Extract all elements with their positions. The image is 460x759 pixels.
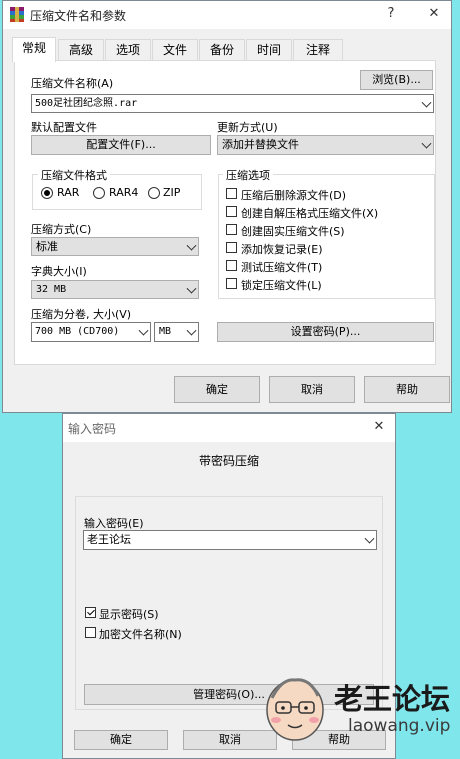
tab-options[interactable]: 选项: [105, 39, 151, 60]
password-titlebar[interactable]: 输入密码 ✕: [63, 414, 395, 442]
watermark-title: 老王论坛: [334, 682, 451, 716]
main-titlebar[interactable]: 压缩文件名和参数 ? ✕: [3, 1, 451, 29]
dictionary-size-label: 字典大小(I): [31, 265, 87, 278]
format-group-label: 压缩文件格式: [38, 167, 110, 183]
update-mode-value: 添加并替换文件: [222, 138, 299, 151]
ok-button[interactable]: 确定: [174, 376, 260, 403]
compression-method-label: 压缩方式(C): [31, 223, 92, 236]
options-group-label: 压缩选项: [223, 167, 273, 183]
checkbox-test[interactable]: [226, 260, 237, 271]
password-title: 输入密码: [68, 422, 117, 436]
close-icon[interactable]: ✕: [423, 4, 445, 24]
archive-name-input[interactable]: 500足社团纪念照.rar: [31, 94, 434, 113]
dictionary-size-value: 32 MB: [36, 284, 67, 295]
split-volume-value: 700 MB (CD700): [35, 326, 120, 337]
format-zip-label[interactable]: ZIP: [163, 186, 180, 199]
split-unit-value: MB: [159, 326, 172, 337]
browse-button[interactable]: 浏览(B)...: [360, 70, 433, 90]
update-mode-select[interactable]: 添加并替换文件: [217, 135, 434, 155]
radio-rar4[interactable]: [93, 187, 105, 199]
chevron-down-icon[interactable]: [421, 97, 432, 108]
radio-zip[interactable]: [148, 187, 160, 199]
option-solid-label[interactable]: 创建固实压缩文件(S): [241, 223, 345, 239]
split-unit-select[interactable]: MB: [154, 322, 199, 342]
archive-name-label: 压缩文件名称(A): [31, 77, 114, 90]
help-icon[interactable]: ?: [380, 4, 402, 24]
checkbox-recovery[interactable]: [226, 242, 237, 253]
mascot-avatar-icon: [262, 672, 328, 744]
watermark-url: laowang.vip: [348, 716, 451, 736]
default-profile-label: 默认配置文件: [31, 121, 97, 134]
chevron-down-icon[interactable]: [364, 533, 375, 544]
option-test-label[interactable]: 测试压缩文件(T): [241, 259, 322, 275]
password-input[interactable]: 老王论坛: [83, 530, 377, 550]
checkbox-encrypt-names[interactable]: [85, 627, 96, 638]
checkbox-sfx[interactable]: [226, 206, 237, 217]
dictionary-size-select[interactable]: 32 MB: [31, 280, 199, 299]
option-recovery-label[interactable]: 添加恢复记录(E): [241, 241, 323, 257]
checkbox-delete-source[interactable]: [226, 188, 237, 199]
checkbox-solid[interactable]: [226, 224, 237, 235]
chevron-down-icon[interactable]: [138, 325, 149, 336]
password-ok-button[interactable]: 确定: [74, 730, 168, 750]
tab-comment[interactable]: 注释: [293, 39, 343, 60]
split-volume-input[interactable]: 700 MB (CD700): [31, 322, 151, 342]
password-value: 老王论坛: [87, 533, 131, 546]
option-sfx-label[interactable]: 创建自解压格式压缩文件(X): [241, 205, 378, 221]
tab-backup[interactable]: 备份: [199, 39, 245, 60]
split-volume-label: 压缩为分卷, 大小(V): [31, 308, 132, 321]
tab-time[interactable]: 时间: [246, 39, 292, 60]
chevron-down-icon: [421, 138, 432, 149]
chevron-down-icon: [186, 240, 197, 251]
watermark: 老王论坛 laowang.vip: [262, 672, 458, 754]
checkbox-show-password[interactable]: [85, 607, 96, 618]
encrypt-names-label[interactable]: 加密文件名称(N): [99, 626, 182, 642]
tab-general[interactable]: 常规: [12, 37, 56, 62]
general-panel: 压缩文件名称(A) 浏览(B)... 500足社团纪念照.rar 默认配置文件 …: [14, 60, 436, 365]
checkbox-lock[interactable]: [226, 278, 237, 289]
compression-method-select[interactable]: 标准: [31, 237, 199, 256]
compression-method-value: 标准: [36, 240, 58, 253]
help-button[interactable]: 帮助: [364, 376, 450, 403]
format-rar4-label[interactable]: RAR4: [109, 186, 138, 199]
option-delete-source-label[interactable]: 压缩后删除源文件(D): [241, 187, 346, 203]
update-mode-label: 更新方式(U): [217, 121, 278, 134]
option-lock-label[interactable]: 锁定压缩文件(L): [241, 277, 322, 293]
show-password-label[interactable]: 显示密码(S): [99, 606, 159, 622]
chevron-down-icon: [186, 325, 197, 336]
password-label: 输入密码(E): [84, 517, 144, 530]
archive-settings-dialog: 压缩文件名和参数 ? ✕ 常规 高级 选项 文件 备份 时间 注释 压缩文件名称…: [2, 0, 452, 413]
close-icon[interactable]: ✕: [368, 417, 390, 437]
archive-name-value: 500足社团纪念照.rar: [35, 98, 138, 109]
tab-advanced[interactable]: 高级: [58, 39, 104, 60]
radio-rar[interactable]: [41, 187, 53, 199]
format-rar-label[interactable]: RAR: [57, 186, 79, 199]
tab-files[interactable]: 文件: [152, 39, 198, 60]
set-password-button[interactable]: 设置密码(P)...: [217, 322, 434, 342]
profile-button[interactable]: 配置文件(F)...: [31, 135, 211, 155]
winrar-app-icon: [10, 7, 24, 22]
main-title: 压缩文件名和参数: [30, 9, 127, 23]
password-heading: 带密码压缩: [198, 454, 259, 468]
cancel-button[interactable]: 取消: [269, 376, 355, 403]
chevron-down-icon: [186, 283, 197, 294]
